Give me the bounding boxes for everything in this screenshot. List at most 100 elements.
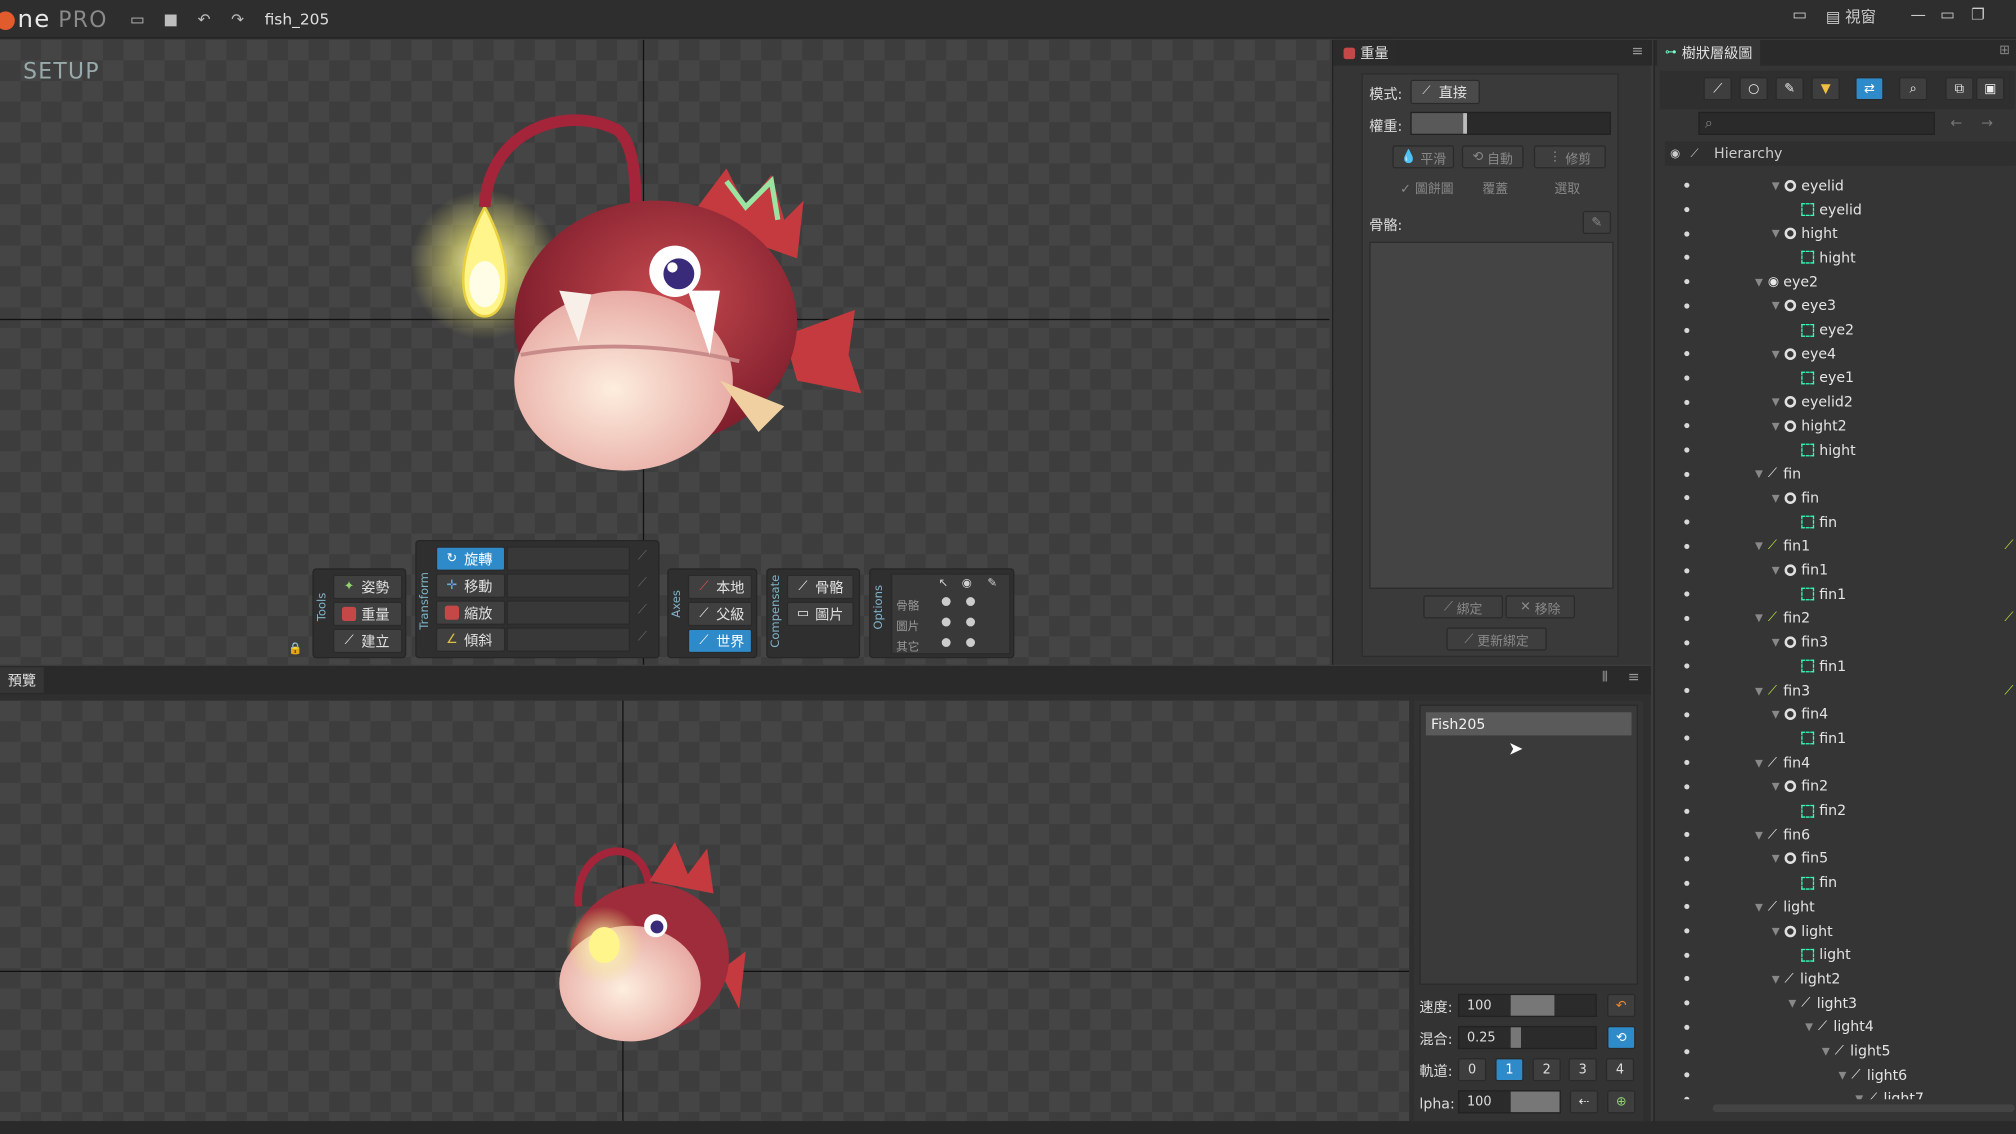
pie-check[interactable]: ✓ 圖餅圖 (1400, 177, 1453, 197)
tree-row[interactable]: eye2 (1665, 318, 2016, 342)
tree-row[interactable]: hight (1665, 438, 2016, 462)
visibility-dot[interactable] (1684, 207, 1690, 213)
visibility-dot[interactable] (1684, 279, 1690, 285)
tool-pose[interactable]: ✦ 姿勢 (332, 574, 403, 600)
show-slots-button[interactable]: ○ (1739, 77, 1768, 101)
main-viewport[interactable]: SETUP Tools ✦ 姿勢 重量 ⟋ 建立 🔒 Transform ↻ 旋… (0, 39, 1330, 665)
tree-row[interactable]: ▼ ⟋ fin6 (1665, 823, 2016, 847)
compensate-images[interactable]: ▭ 圖片 (786, 601, 854, 627)
find-button[interactable]: ⌕ (1898, 77, 1928, 101)
rotate-value[interactable] (506, 546, 630, 571)
tree-row[interactable]: ▼ ⟋ fin1 ⟋ (1665, 534, 2016, 558)
visibility-dot[interactable] (1684, 639, 1690, 645)
visibility-dot[interactable] (1684, 952, 1690, 958)
view-menu[interactable]: ▤ 視窗 (1826, 5, 1876, 27)
visibility-dot[interactable] (1684, 976, 1690, 982)
key-marker-icon[interactable]: ⟋ (2004, 683, 2013, 697)
expand-toggle-icon[interactable]: ▼ (1772, 637, 1785, 649)
expand-toggle-icon[interactable]: ▼ (1805, 1021, 1818, 1033)
expand-toggle-icon[interactable]: ▼ (1772, 492, 1785, 504)
copy-button[interactable]: ⧉ (1945, 77, 1974, 101)
speed-reset-button[interactable]: ↶ (1607, 993, 1636, 1017)
visibility-dot[interactable] (1684, 711, 1690, 718)
axes-world[interactable]: ⟋ 世界 (687, 628, 753, 654)
bind-button[interactable]: ⟋ 綁定 (1423, 595, 1503, 619)
tree-row[interactable]: ▼ ◉ eye2 (1665, 270, 2016, 294)
alpha-add-button[interactable]: ⊕ (1607, 1090, 1636, 1114)
visibility-dot[interactable] (1684, 904, 1690, 910)
filter-button[interactable]: ▼ (1811, 77, 1840, 101)
tree-hscrollbar[interactable] (1712, 1104, 2015, 1113)
search-input[interactable]: ⌕ (1698, 111, 1935, 135)
expand-toggle-icon[interactable]: ▼ (1772, 420, 1785, 432)
animations-list[interactable]: Fish205 ➤ (1419, 704, 1638, 985)
weights-tab[interactable]: 重量 (1335, 39, 1397, 66)
tool-create[interactable]: ⟋ 建立 (332, 628, 403, 654)
next-arrow-icon[interactable]: → (1981, 114, 1993, 131)
open-folder-icon[interactable]: ▭ (128, 10, 146, 28)
visibility-dot[interactable] (1684, 1048, 1690, 1054)
preview-tab[interactable]: 預覽 (0, 667, 44, 693)
tree-row[interactable]: ▼ ⟋ light5 (1665, 1039, 2016, 1063)
tree-row[interactable]: ▼ ⟋ light3 (1665, 991, 2016, 1015)
tree-row[interactable]: ▼ eye3 (1665, 294, 2016, 318)
visibility-dot[interactable] (1684, 303, 1690, 309)
expand-toggle-icon[interactable]: ▼ (1839, 1069, 1852, 1081)
overlay-check[interactable]: 覆蓋 (1482, 177, 1508, 197)
show-attachments-button[interactable]: ✎ (1775, 77, 1804, 101)
visibility-dot[interactable] (1684, 735, 1690, 742)
tree-row[interactable]: ▼ fin5 (1665, 847, 2016, 871)
track-button-0[interactable]: 0 (1457, 1058, 1487, 1082)
tree-row[interactable]: ▼ ⟋ light7 (1665, 1087, 2016, 1100)
tree-row[interactable]: light (1665, 943, 2016, 967)
loop-button[interactable]: ⟲ (1607, 1025, 1636, 1050)
expand-toggle-icon[interactable]: ▼ (1755, 276, 1768, 288)
visibility-dot[interactable] (1684, 663, 1690, 670)
tree-row[interactable]: ▼ eyelid2 (1665, 390, 2016, 414)
translate-key-icon[interactable]: ⟋ (638, 576, 647, 590)
visibility-dot[interactable] (1684, 183, 1690, 189)
weight-slider-handle[interactable] (1463, 113, 1467, 134)
alpha-slider[interactable]: 100 (1457, 1090, 1561, 1114)
tree-options-icon[interactable]: ⊞ (1999, 44, 2010, 58)
translate-value[interactable] (506, 573, 630, 598)
transform-rotate[interactable]: ↻ 旋轉 (435, 546, 506, 571)
key-marker-icon[interactable]: ⟋ (2004, 611, 2013, 625)
key-marker-icon[interactable]: ⟋ (2004, 539, 2013, 553)
expand-toggle-icon[interactable]: ▼ (1772, 396, 1785, 408)
tree-row[interactable]: ▼ ⟋ fin3 ⟋ (1665, 678, 2016, 702)
layout-icon[interactable]: ▭ (1792, 5, 1807, 23)
tree-row[interactable]: eyelid (1665, 198, 2016, 222)
visibility-dot[interactable] (1684, 447, 1690, 453)
shear-key-icon[interactable]: ⟋ (638, 630, 647, 644)
track-button-4[interactable]: 4 (1605, 1058, 1635, 1082)
expand-toggle-icon[interactable]: ▼ (1755, 901, 1768, 913)
tree-row[interactable]: ▼ ⟋ light2 (1665, 967, 2016, 991)
visibility-dot[interactable] (1684, 856, 1690, 862)
expand-toggle-icon[interactable]: ▼ (1855, 1093, 1868, 1099)
undo-icon[interactable]: ↶ (195, 10, 213, 28)
visibility-dot[interactable] (1684, 543, 1690, 549)
expand-toggle-icon[interactable]: ▼ (1772, 709, 1785, 721)
speed-slider[interactable]: 100 (1457, 993, 1597, 1017)
visibility-dot[interactable] (1684, 832, 1690, 838)
visibility-dot[interactable] (1684, 399, 1690, 405)
anglerfish-image[interactable] (411, 78, 874, 477)
expand-toggle-icon[interactable]: ▼ (1772, 180, 1785, 192)
tree-row[interactable]: fin (1665, 871, 2016, 895)
tree-row[interactable]: ▼ fin4 (1665, 702, 2016, 726)
axes-local[interactable]: ⟋ 本地 (687, 574, 753, 600)
redo-icon[interactable]: ↷ (229, 10, 247, 28)
tree-row[interactable]: fin2 (1665, 799, 2016, 823)
minimize-icon[interactable]: — (1911, 5, 1926, 23)
visibility-dot[interactable] (1684, 231, 1690, 237)
update-bind-button[interactable]: ⟋ 更新綁定 (1446, 627, 1547, 651)
save-icon[interactable]: ■ (162, 10, 180, 28)
tree-row[interactable]: fin1 (1665, 654, 2016, 678)
visibility-dot[interactable] (1684, 471, 1690, 477)
tree-tab[interactable]: ⊶ 樹狀層級圖 (1657, 39, 1761, 66)
tree-row[interactable]: eye1 (1665, 366, 2016, 390)
tree-row[interactable]: ▼ hight (1665, 222, 2016, 246)
transform-translate[interactable]: ✛ 移動 (435, 573, 506, 598)
animation-item[interactable]: Fish205 (1425, 712, 1632, 736)
